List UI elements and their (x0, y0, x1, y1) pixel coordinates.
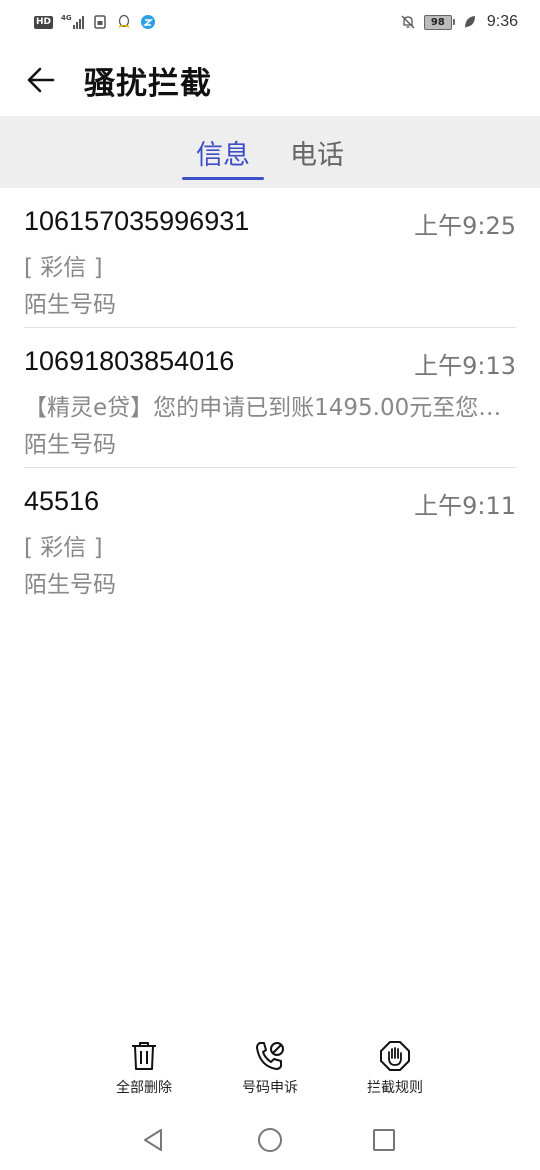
sender-tag: 陌生号码 (24, 292, 116, 318)
trash-icon (132, 1042, 156, 1070)
block-rules-label: 拦截规则 (367, 1080, 423, 1096)
sim-card-icon (92, 14, 108, 30)
number-appeal-button[interactable]: 号码申诉 (210, 1040, 330, 1108)
message-preview: [ 彩信 ] (24, 255, 103, 281)
mute-bell-icon (400, 14, 416, 30)
signal-icon: 4G (61, 15, 84, 29)
nav-recent-icon (373, 1129, 395, 1151)
sender-number: 10691803854016 (24, 346, 235, 376)
battery-icon: 98 (423, 14, 455, 30)
page-title: 骚扰拦截 (84, 65, 212, 102)
message-time: 上午9:11 (414, 492, 516, 520)
nav-recent-button[interactable] (364, 1124, 404, 1156)
blocked-message-list: 106157035996931 上午9:25 [ 彩信 ] 陌生号码 10691… (0, 188, 540, 608)
message-time: 上午9:25 (414, 212, 516, 240)
block-rules-button[interactable]: 拦截规则 (335, 1040, 455, 1108)
nav-home-button[interactable] (250, 1124, 290, 1156)
tab-calls[interactable]: 电话 (274, 116, 360, 188)
nav-home-icon (258, 1128, 282, 1152)
tab-bar: 信息 电话 (0, 116, 540, 188)
phone-block-icon (256, 1042, 284, 1070)
status-bar: HD 4G 98 9:36 (0, 0, 540, 44)
back-arrow-icon (27, 67, 55, 93)
list-item[interactable]: 45516 上午9:11 [ 彩信 ] 陌生号码 (24, 468, 516, 608)
tab-active-indicator (182, 177, 264, 180)
clock: 9:36 (486, 13, 518, 30)
leaf-icon (463, 14, 479, 30)
status-bar-left: HD 4G (34, 14, 156, 30)
app-notification-icon (140, 14, 156, 30)
hand-stop-icon (380, 1041, 410, 1071)
network-type-label: 4G (61, 14, 72, 22)
sender-tag: 陌生号码 (24, 432, 116, 458)
number-appeal-label: 号码申诉 (242, 1080, 298, 1096)
app-bar: 骚扰拦截 (0, 44, 540, 116)
sender-number: 45516 (24, 486, 100, 516)
sender-tag: 陌生号码 (24, 572, 116, 598)
list-item[interactable]: 10691803854016 上午9:13 【精灵e贷】您的申请已到账1495.… (24, 328, 516, 468)
message-preview: 【精灵e贷】您的申请已到账1495.00元至您尾号3381的银行卡 (24, 395, 510, 421)
qq-icon (116, 14, 132, 30)
nav-back-button[interactable] (134, 1124, 174, 1156)
list-item[interactable]: 106157035996931 上午9:25 [ 彩信 ] 陌生号码 (24, 188, 516, 328)
hd-badge: HD (34, 15, 54, 29)
message-time: 上午9:13 (414, 352, 516, 380)
delete-all-button[interactable]: 全部删除 (84, 1040, 204, 1108)
battery-level: 98 (423, 14, 452, 30)
system-nav-bar (0, 1110, 540, 1170)
back-button[interactable] (0, 44, 82, 116)
bottom-toolbar: 全部删除 号码申诉 拦截规则 (0, 1040, 540, 1108)
sender-number: 106157035996931 (24, 206, 250, 236)
delete-all-label: 全部删除 (116, 1080, 172, 1096)
nav-back-icon (144, 1129, 162, 1151)
status-bar-right: 98 9:36 (400, 13, 518, 31)
message-preview: [ 彩信 ] (24, 535, 103, 561)
